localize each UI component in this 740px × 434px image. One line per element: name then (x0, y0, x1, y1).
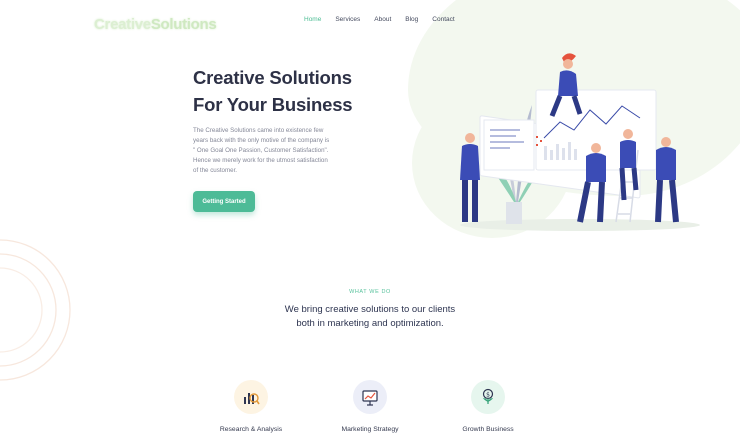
service-label: Research & Analysis (219, 426, 283, 433)
hero-title-line2: For Your Business (193, 94, 353, 115)
hero-title: Creative Solutions For Your Business (193, 64, 353, 118)
logo-text-part2: Solutions (150, 16, 217, 33)
nav-item-contact[interactable]: Contact (432, 15, 454, 25)
section-title: We bring creative solutions to our clien… (0, 303, 740, 331)
nav-item-blog[interactable]: Blog (405, 15, 418, 25)
person-illustration-right (655, 137, 679, 223)
service-card-research[interactable]: Research & Analysis (196, 380, 306, 433)
hero-description-line: " One Goal One Passion, Customer Satisfa… (193, 147, 329, 154)
logo-text-part1: Creative (94, 16, 151, 33)
hero-illustration (460, 53, 700, 231)
presentation-board-icon (353, 380, 387, 414)
hero-description-line: years back with the only motive of the c… (193, 137, 330, 144)
nav-item-home[interactable]: Home (304, 15, 321, 25)
landing-page: CreativeSolutions Home Services About Bl… (0, 0, 740, 434)
hero-description-line: Hence we merely work for the utmost sati… (193, 157, 328, 164)
section-title-line2: both in marketing and optimization. (296, 318, 444, 329)
person-illustration-left (460, 133, 480, 222)
nav-item-services[interactable]: Services (335, 15, 360, 25)
service-label: Growth Business (462, 426, 514, 433)
service-label: Marketing Strategy (341, 426, 399, 433)
nav-item-about[interactable]: About (374, 15, 391, 25)
research-analysis-icon (234, 380, 268, 414)
hero-description: The Creative Solutions came into existen… (193, 126, 363, 176)
service-card-marketing[interactable]: Marketing Strategy (315, 380, 425, 433)
money-plant-icon: $ (471, 380, 505, 414)
brand-logo[interactable]: CreativeSolutions (94, 16, 217, 33)
section-kicker: WHAT WE DO (349, 289, 391, 295)
hero-description-line: of the customer. (193, 167, 238, 174)
service-card-growth[interactable]: $ Growth Business (433, 380, 543, 433)
hero-title-line1: Creative Solutions (193, 67, 352, 88)
getting-started-button[interactable]: Getting Started (193, 191, 255, 212)
svg-text:$: $ (486, 391, 490, 398)
hero-description-line: The Creative Solutions came into existen… (193, 127, 324, 134)
section-title-line1: We bring creative solutions to our clien… (284, 304, 456, 315)
main-nav: Home Services About Blog Contact (304, 15, 469, 25)
